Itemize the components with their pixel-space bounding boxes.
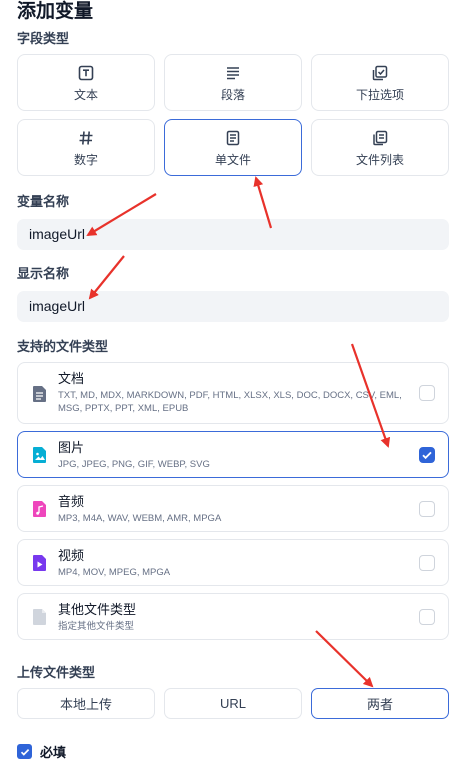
display-name-label: 显示名称: [17, 266, 70, 281]
file-type-audio-desc: MP3, M4A, WAV, WEBM, AMR, MPGA: [58, 513, 222, 524]
required-label: 必填: [40, 745, 67, 760]
field-type-text[interactable]: 文本: [17, 54, 155, 111]
file-type-image[interactable]: 图片 JPG, JPEG, PNG, GIF, WEBP, SVG: [17, 431, 449, 478]
required-checkbox[interactable]: [17, 744, 32, 759]
file-type-audio-name: 音频: [58, 494, 85, 509]
upload-url-button[interactable]: URL: [164, 688, 302, 719]
file-types-label: 支持的文件类型: [17, 339, 109, 354]
file-type-document-desc: TXT, MD, MDX, MARKDOWN, PDF, HTML, XLSX,…: [58, 390, 402, 414]
upload-type-label: 上传文件类型: [17, 665, 96, 680]
field-type-paragraph[interactable]: 段落: [164, 54, 302, 111]
file-type-other-desc: 指定其他文件类型: [58, 621, 135, 632]
required-toggle[interactable]: 必填: [17, 742, 66, 761]
file-type-document-checkbox[interactable]: [419, 385, 435, 401]
file-type-audio[interactable]: 音频 MP3, M4A, WAV, WEBM, AMR, MPGA: [17, 485, 449, 532]
paragraph-icon: [224, 64, 242, 82]
field-type-dropdown[interactable]: 下拉选项: [311, 54, 449, 111]
file-type-video-name: 视频: [58, 548, 85, 563]
image-icon: [32, 446, 48, 464]
hash-icon: [77, 129, 95, 147]
file-type-document-name: 文档: [58, 371, 85, 386]
video-icon: [32, 554, 48, 572]
check-icon: [422, 451, 432, 459]
file-list-icon: [371, 129, 389, 147]
display-name-input[interactable]: imageUrl: [17, 291, 449, 322]
field-type-file-list-label: 文件列表: [355, 152, 404, 167]
upload-both-button[interactable]: 两者: [311, 688, 449, 719]
field-type-single-file-label: 单文件: [214, 152, 251, 167]
field-type-number-label: 数字: [73, 152, 98, 167]
file-type-other-name: 其他文件类型: [58, 602, 137, 617]
file-type-other[interactable]: 其他文件类型 指定其他文件类型: [17, 593, 449, 640]
text-box-icon: [77, 64, 95, 82]
variable-name-input[interactable]: imageUrl: [17, 219, 449, 250]
file-type-document[interactable]: 文档 TXT, MD, MDX, MARKDOWN, PDF, HTML, XL…: [17, 362, 449, 424]
field-type-text-label: 文本: [73, 87, 98, 102]
audio-icon: [32, 500, 48, 518]
upload-type-options: 本地上传 URL 两者: [17, 688, 449, 719]
file-type-other-checkbox[interactable]: [419, 608, 435, 625]
field-type-grid: 文本 段落 下拉选项 数字 单文件 文件列表: [17, 54, 449, 176]
field-type-single-file[interactable]: 单文件: [164, 119, 302, 176]
field-type-label: 字段类型: [17, 31, 70, 46]
file-type-image-desc: JPG, JPEG, PNG, GIF, WEBP, SVG: [58, 459, 210, 470]
field-type-file-list[interactable]: 文件列表: [311, 119, 449, 176]
variable-name-label: 变量名称: [17, 194, 70, 209]
document-icon: [32, 385, 48, 403]
page-title: 添加变量: [17, 1, 94, 22]
file-type-audio-checkbox[interactable]: [419, 500, 435, 517]
field-type-paragraph-label: 段落: [220, 87, 245, 102]
other-file-icon: [32, 608, 48, 626]
file-type-video-desc: MP4, MOV, MPEG, MPGA: [58, 567, 171, 578]
file-type-video[interactable]: 视频 MP4, MOV, MPEG, MPGA: [17, 539, 449, 586]
file-type-video-checkbox[interactable]: [419, 554, 435, 571]
file-type-list: 文档 TXT, MD, MDX, MARKDOWN, PDF, HTML, XL…: [17, 362, 449, 640]
field-type-number[interactable]: 数字: [17, 119, 155, 176]
field-type-dropdown-label: 下拉选项: [355, 87, 404, 102]
file-type-image-checkbox[interactable]: [419, 446, 435, 463]
check-icon: [20, 748, 29, 756]
file-icon: [224, 129, 242, 147]
dropdown-options-icon: [371, 64, 389, 82]
upload-local-button[interactable]: 本地上传: [17, 688, 155, 719]
file-type-image-name: 图片: [58, 440, 85, 455]
